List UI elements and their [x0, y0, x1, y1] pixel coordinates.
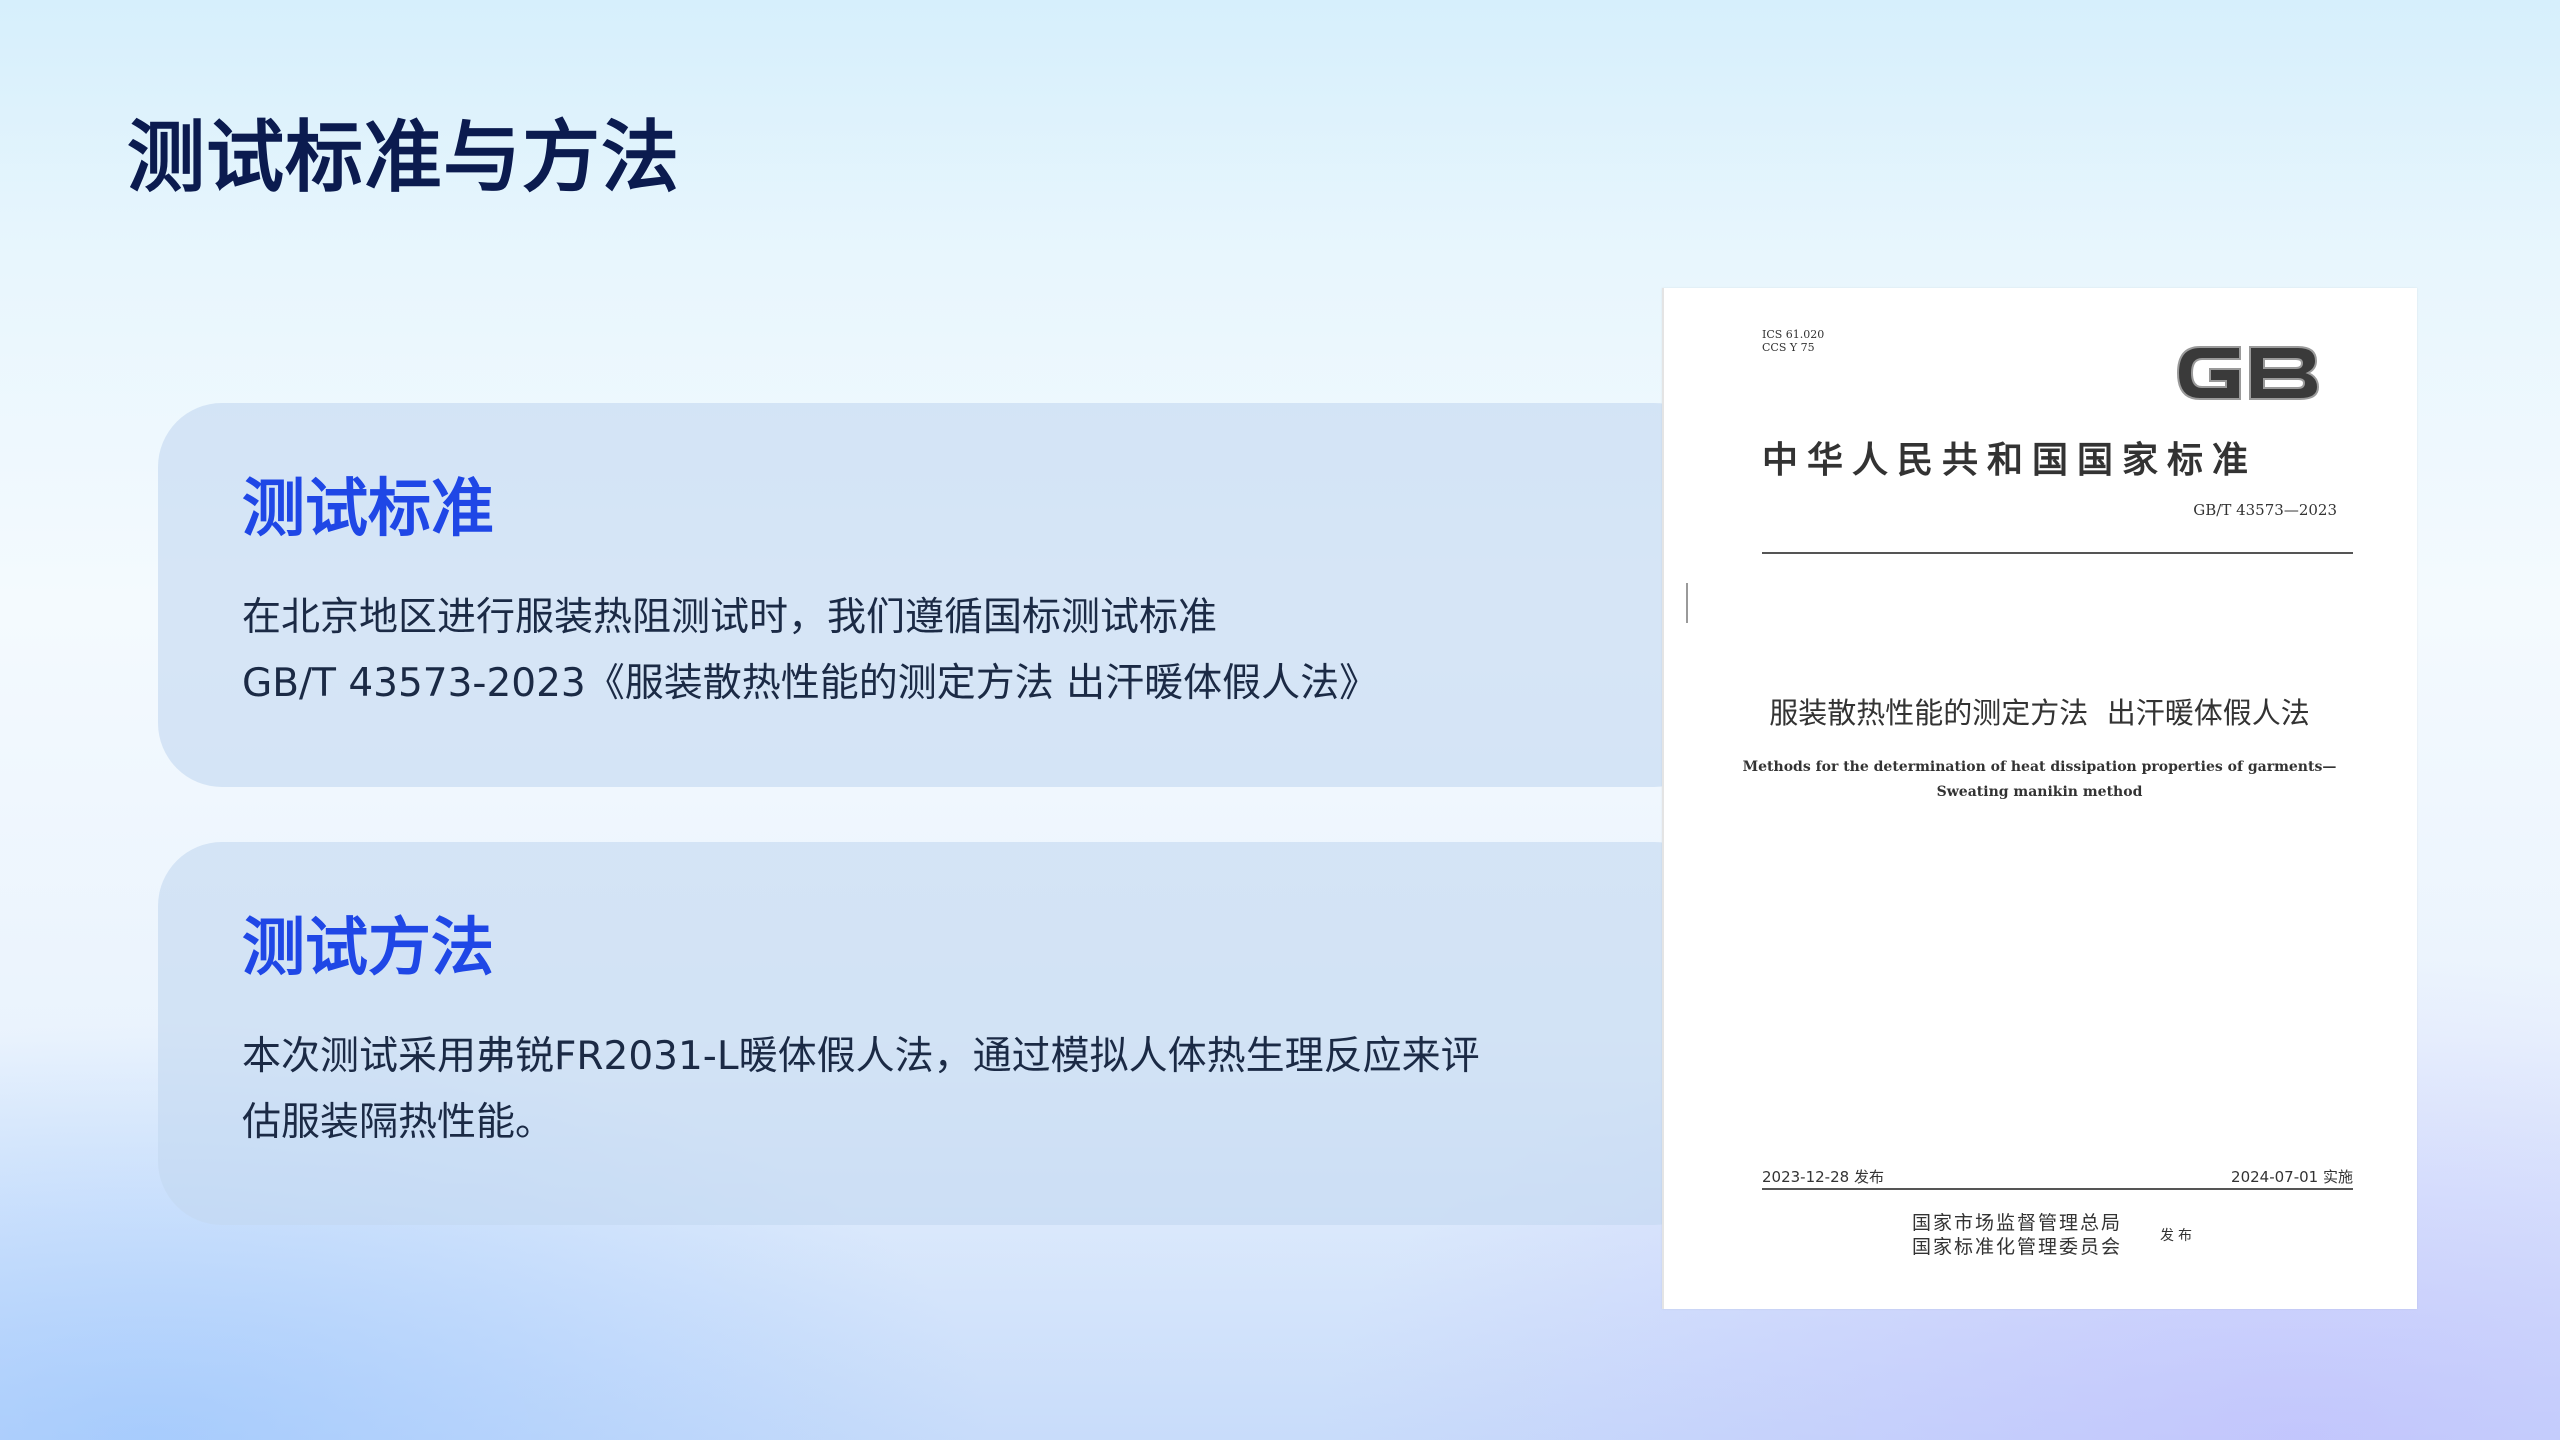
document-scan-mark [1686, 583, 1688, 623]
implementation-date: 2024-07-01 实施 [2231, 1168, 2353, 1186]
standard-description-line: 在北京地区进行服装热阻测试时，我们遵循国标测试标准 [242, 595, 1218, 640]
document-classification: ICS 61.020 CCS Y 75 [1762, 328, 1824, 354]
page-title: 测试标准与方法 [127, 113, 681, 203]
ccs-code: CCS Y 75 [1762, 341, 1815, 354]
ics-code: ICS 61.020 [1762, 328, 1825, 341]
standard-number: GB/T 43573—2023 [2193, 501, 2337, 519]
standard-cover-image: ICS 61.020 CCS Y 75 GB 中华人民共和国国家标准 GB/T … [1662, 288, 2417, 1309]
publish-label: 发布 [2160, 1228, 2196, 1244]
standard-english-title: Methods for the determination of heat di… [1662, 755, 2417, 805]
english-title-line: Sweating manikin method [1936, 784, 2143, 800]
publisher-list: 国家市场监督管理总局 国家标准化管理委员会 [1912, 1211, 2122, 1259]
method-card: 测试方法 本次测试采用弗锐FR2031-L暖体假人法，通过模拟人体热生理反应来评… [158, 842, 1718, 1225]
method-description-line: 估服装隔热性能。 [242, 1100, 555, 1145]
publisher-name: 国家标准化管理委员会 [1912, 1236, 2123, 1258]
method-description: 本次测试采用弗锐FR2031-L暖体假人法，通过模拟人体热生理反应来评 估服装隔… [242, 1024, 1532, 1156]
english-title-line: Methods for the determination of heat di… [1742, 759, 2337, 775]
method-heading: 测试方法 [242, 911, 494, 984]
method-description-line: 本次测试采用弗锐FR2031-L暖体假人法，通过模拟人体热生理反应来评 [242, 1034, 1480, 1079]
standard-card: 测试标准 在北京地区进行服装热阻测试时，我们遵循国标测试标准 GB/T 4357… [158, 403, 1718, 787]
standard-chinese-title: 服装散热性能的测定方法 出汗暖体假人法 [1769, 696, 2310, 730]
gb-logo-icon: GB [2176, 346, 2320, 400]
publisher-name: 国家市场监督管理总局 [1912, 1212, 2123, 1234]
divider [1762, 1188, 2353, 1190]
national-standard-title: 中华人民共和国国家标准 [1762, 439, 2258, 481]
issue-date: 2023-12-28 发布 [1762, 1168, 1884, 1186]
standard-description: 在北京地区进行服装热阻测试时，我们遵循国标测试标准 GB/T 43573-202… [242, 585, 1532, 717]
divider [1762, 552, 2353, 554]
standard-heading: 测试标准 [242, 472, 494, 545]
standard-description-line: GB/T 43573-2023《服装散热性能的测定方法 出汗暖体假人法》 [242, 661, 1379, 706]
